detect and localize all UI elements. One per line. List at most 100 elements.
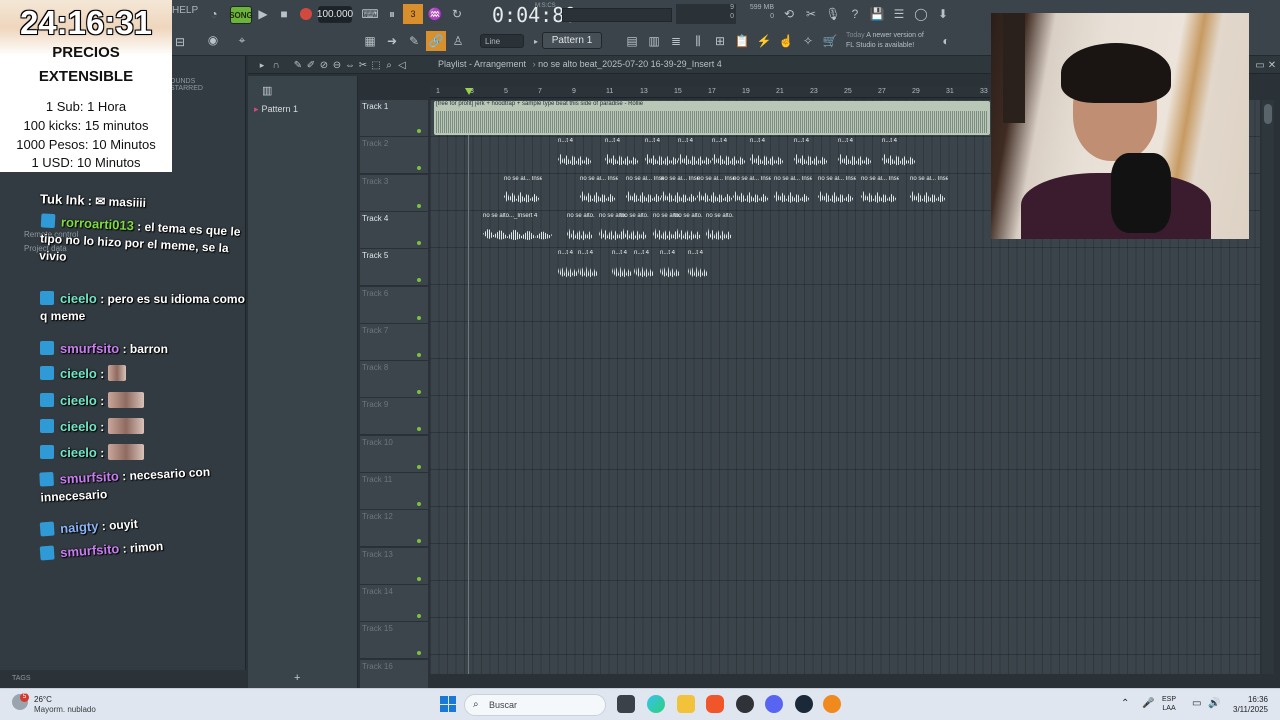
audio-clip[interactable]: n...t 4 [556, 138, 594, 172]
track-header[interactable]: Track 3 [360, 174, 428, 212]
track-mute-led[interactable] [417, 576, 421, 581]
audio-clip[interactable]: no se alto..._Insert 4 [565, 213, 595, 247]
stamp-icon[interactable]: ♙ [448, 31, 468, 51]
tags-bar[interactable]: TAGS [0, 670, 246, 688]
browser-icon[interactable]: ⊞ [710, 31, 730, 51]
clipboard-icon[interactable]: 📋 [732, 31, 752, 51]
track-mute-led[interactable] [417, 203, 421, 208]
save-icon[interactable]: 💾 [867, 4, 887, 24]
audio-clip[interactable]: no se al... Insert 4 [859, 176, 899, 210]
cut-icon[interactable]: ✂ [801, 4, 821, 24]
arrow-right-icon[interactable]: ➜ [382, 31, 402, 51]
track-header[interactable]: Track 7 [360, 323, 428, 361]
magnet-icon[interactable]: ∩ [266, 55, 286, 75]
pencil-icon[interactable]: ✎ [404, 31, 424, 51]
stamp-tool-icon[interactable]: ✧ [798, 31, 818, 51]
track-mute-led[interactable] [417, 539, 421, 544]
blend-icon[interactable]: ♒ [425, 4, 445, 24]
audio-clip[interactable]: n...t 4 [610, 250, 634, 284]
network-icon[interactable]: ▭ [1192, 698, 1201, 709]
audio-clip[interactable]: no se alto..._Insert 4 [704, 213, 734, 247]
plugin-icon[interactable]: ⚡ [754, 31, 774, 51]
track-header[interactable]: Track 4 [360, 211, 428, 249]
taskbar-search[interactable]: ⌕ Buscar [464, 694, 606, 716]
master-volume-knob-icon[interactable]: ◉ [203, 30, 223, 50]
audio-clip[interactable]: n...t 4 [880, 138, 918, 172]
audio-clip[interactable]: n...t 4 [710, 138, 748, 172]
audio-clip[interactable]: [free for profit] jerk + hoodtrap + samp… [434, 101, 990, 135]
track-header[interactable]: Track 9 [360, 398, 428, 436]
audio-clip[interactable]: n...t 4 [676, 138, 714, 172]
help-question-icon[interactable]: ? [845, 4, 865, 24]
track-header[interactable]: Track 10 [360, 435, 428, 473]
audio-clip[interactable]: no se alto..._Insert 4 [673, 213, 703, 247]
pattern-selector[interactable]: Pattern 1 [542, 32, 602, 49]
audio-clip[interactable]: no se al... Insert 4 [908, 176, 948, 210]
snap-select[interactable]: Line [480, 34, 524, 48]
cart-icon[interactable]: 🛒 [820, 31, 840, 51]
song-mode-toggle[interactable]: SONG [229, 6, 253, 24]
audio-clip[interactable]: n...t 4 [686, 250, 710, 284]
track-mute-led[interactable] [417, 166, 421, 171]
playlist-icon[interactable]: ▤ [622, 31, 642, 51]
track-mute-led[interactable] [417, 502, 421, 506]
track-header[interactable]: Track 5 [360, 249, 428, 287]
track-header[interactable]: Track 14 [360, 584, 428, 622]
obs-icon[interactable] [736, 695, 754, 713]
track-header[interactable]: Track 8 [360, 361, 428, 399]
language-indicator[interactable]: ESP LAA [1162, 695, 1176, 713]
channel-rack-icon[interactable]: ▥ [644, 31, 664, 51]
mixer-icon[interactable]: ☰ [889, 4, 909, 24]
audio-clip[interactable]: n...t 4 [792, 138, 830, 172]
tempo-display[interactable]: 100.000 [317, 6, 353, 23]
audio-clip[interactable]: no se al... Insert 4 [502, 176, 542, 210]
track-header[interactable]: Track 2 [360, 137, 428, 175]
audio-clip[interactable]: no se al... Insert 4 [578, 176, 618, 210]
countdown-icon[interactable]: 3 [403, 4, 423, 24]
mixer-view-icon[interactable]: ≣ [666, 31, 686, 51]
audio-clip[interactable]: no se alto..._Insert 4 [619, 213, 649, 247]
menu-help[interactable]: HELP [172, 5, 198, 16]
audio-clip[interactable]: no se al... Insert 4 [772, 176, 812, 210]
update-icon[interactable]: ◐ [936, 31, 956, 51]
weather-description[interactable]: Mayorm. nublado [34, 705, 96, 714]
track-header[interactable]: Track 11 [360, 473, 428, 510]
close-icon[interactable]: ✕ [1262, 55, 1280, 75]
track-mute-led[interactable] [417, 613, 421, 618]
wait-icon[interactable]: ⏸ [382, 4, 402, 24]
add-pattern-icon[interactable]: + [294, 672, 300, 684]
undo-history-icon[interactable]: ⟲ [779, 4, 799, 24]
record-button[interactable] [296, 4, 316, 24]
download-icon[interactable]: ⬇ [933, 4, 953, 24]
tray-chevron-icon[interactable]: ⌃ [1121, 698, 1129, 709]
track-mute-led[interactable] [417, 427, 421, 432]
track-mute-led[interactable] [417, 240, 421, 245]
tab-starred[interactable]: STARRED [170, 85, 203, 92]
discord-icon[interactable] [765, 695, 783, 713]
fl-studio-icon[interactable] [823, 695, 841, 713]
microphone-icon[interactable]: 🎙 [823, 4, 843, 24]
audio-clip[interactable]: n...t 4 [658, 250, 682, 284]
audio-clip[interactable]: n...t 4 [603, 138, 641, 172]
file-explorer-icon[interactable] [677, 695, 695, 713]
metronome-icon[interactable]: ◔ [204, 4, 224, 24]
audio-clip[interactable]: no se alto..._Insert 4 [481, 213, 555, 247]
audio-clip[interactable]: n...t 4 [632, 250, 656, 284]
track-mute-led[interactable] [417, 278, 421, 283]
news-panel[interactable]: Today A newer version of FL Studio is av… [846, 31, 924, 51]
brave-browser-icon[interactable] [706, 695, 724, 713]
audio-clip[interactable]: no se al... Insert 4 [816, 176, 856, 210]
track-mute-led[interactable] [417, 390, 421, 395]
master-pitch-icon[interactable]: ⌖ [232, 30, 252, 50]
chat-icon[interactable]: ◯ [911, 4, 931, 24]
audio-clip[interactable]: n...t 4 [836, 138, 874, 172]
typing-keyboard-icon[interactable]: ⌨ [360, 4, 380, 24]
stop-icon[interactable]: ■ [274, 4, 294, 24]
audio-clip[interactable]: n...t 4 [576, 250, 600, 284]
track-mute-led[interactable] [417, 315, 421, 320]
timeline-ruler[interactable]: 1 3 5 7 9 11 13 15 17 19 21 23 25 27 29 31 33 [430, 86, 990, 98]
taskbar-clock[interactable]: 16:36 3/11/2025 [1224, 695, 1268, 715]
copilot-icon[interactable] [647, 695, 665, 713]
loop-record-icon[interactable]: ↻ [447, 4, 467, 24]
panel-icon[interactable]: ⊟ [170, 32, 190, 52]
